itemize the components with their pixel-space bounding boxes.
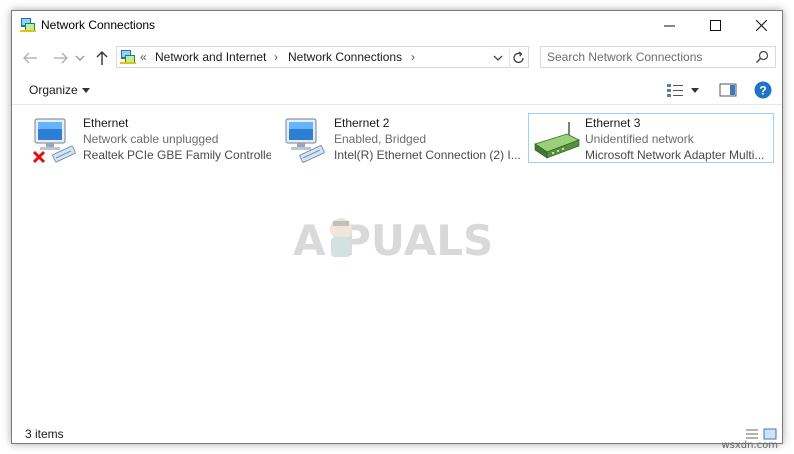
refresh-icon[interactable] bbox=[509, 49, 528, 67]
organize-menu-button[interactable]: Organize bbox=[29, 83, 90, 97]
recent-locations-chevron-icon[interactable] bbox=[74, 48, 86, 68]
list-item-text: Ethernet 3 Unidentified network Microsof… bbox=[585, 115, 773, 163]
address-overflow-glyph[interactable]: « bbox=[140, 50, 147, 64]
maximize-button[interactable] bbox=[692, 11, 738, 41]
file-list: Ethernet Network cable unplugged Realtek… bbox=[12, 105, 782, 423]
explorer-window: Network Connections « Network and Intern… bbox=[11, 10, 783, 444]
item-device: Realtek PCIe GBE Family Controller bbox=[83, 148, 271, 162]
help-icon[interactable]: ? bbox=[754, 81, 772, 99]
close-button[interactable] bbox=[738, 11, 782, 41]
network-connections-icon bbox=[120, 50, 136, 64]
address-dropdown-chevron-icon[interactable] bbox=[491, 51, 505, 65]
organize-label: Organize bbox=[29, 83, 78, 97]
svg-text:?: ? bbox=[759, 84, 766, 98]
search-box[interactable] bbox=[540, 46, 776, 68]
up-arrow-icon[interactable] bbox=[92, 48, 112, 68]
chevron-down-icon bbox=[81, 88, 90, 94]
item-status: Enabled, Bridged bbox=[334, 132, 427, 146]
list-item-text: Ethernet Network cable unplugged Realtek… bbox=[83, 115, 271, 163]
search-icon[interactable] bbox=[755, 50, 769, 64]
search-input[interactable] bbox=[547, 49, 747, 65]
item-status: Network cable unplugged bbox=[83, 132, 219, 146]
title-bar[interactable]: Network Connections bbox=[12, 11, 782, 41]
forward-arrow-icon[interactable] bbox=[50, 48, 70, 68]
site-watermark: wsxdn.com bbox=[721, 440, 778, 451]
back-arrow-icon[interactable] bbox=[21, 48, 41, 68]
item-name: Ethernet bbox=[83, 116, 129, 130]
list-item-ethernet-3[interactable]: Ethernet 3 Unidentified network Microsof… bbox=[528, 113, 774, 163]
command-bar: Organize ? bbox=[12, 75, 782, 105]
large-icons-view-icon[interactable] bbox=[763, 427, 777, 441]
window-title: Network Connections bbox=[41, 18, 156, 32]
network-router-icon bbox=[534, 122, 580, 159]
watermark-text: A PUALS bbox=[293, 216, 493, 265]
item-name: Ethernet 2 bbox=[334, 116, 390, 130]
network-adapter-icon bbox=[285, 118, 325, 163]
item-status: Unidentified network bbox=[585, 132, 694, 146]
minimize-icon bbox=[663, 25, 675, 27]
minimize-button[interactable] bbox=[646, 11, 692, 41]
breadcrumb-separator[interactable]: › bbox=[411, 50, 415, 64]
appuals-watermark-logo: A PUALS bbox=[293, 216, 493, 265]
list-item-text: Ethernet 2 Enabled, Bridged Intel(R) Eth… bbox=[334, 115, 522, 163]
list-item-ethernet[interactable]: Ethernet Network cable unplugged Realtek… bbox=[26, 113, 272, 164]
item-device: Microsoft Network Adapter Multi... bbox=[585, 148, 765, 162]
address-bar[interactable]: « Network and Internet › Network Connect… bbox=[116, 46, 529, 68]
preview-pane-icon[interactable] bbox=[719, 82, 737, 98]
breadcrumb-network-and-internet[interactable]: Network and Internet bbox=[155, 50, 266, 64]
breadcrumb-separator[interactable]: › bbox=[274, 50, 278, 64]
maximize-icon bbox=[709, 20, 721, 31]
status-bar: 3 items bbox=[12, 423, 782, 443]
item-device: Intel(R) Ethernet Connection (2) I... bbox=[334, 148, 521, 162]
view-options-chevron-icon[interactable] bbox=[690, 82, 700, 98]
change-view-icon[interactable] bbox=[666, 82, 684, 98]
close-icon bbox=[755, 19, 767, 32]
network-connections-icon bbox=[20, 18, 36, 32]
details-view-icon[interactable] bbox=[745, 427, 759, 441]
breadcrumb-network-connections[interactable]: Network Connections bbox=[288, 50, 402, 64]
network-adapter-disconnected-icon bbox=[32, 118, 76, 164]
item-name: Ethernet 3 bbox=[585, 116, 641, 130]
navigation-bar: « Network and Internet › Network Connect… bbox=[12, 43, 782, 73]
item-count: 3 items bbox=[25, 427, 64, 441]
list-item-ethernet-2[interactable]: Ethernet 2 Enabled, Bridged Intel(R) Eth… bbox=[277, 113, 523, 163]
